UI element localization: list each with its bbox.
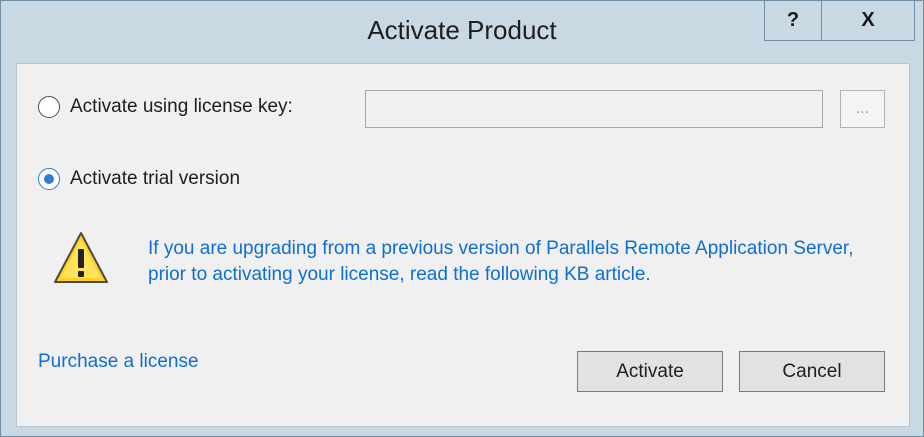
trial-label: Activate trial version: [70, 168, 241, 189]
license-key-input[interactable]: [365, 90, 823, 128]
help-button[interactable]: ?: [764, 1, 822, 41]
kb-article-link[interactable]: If you are upgrading from a previous ver…: [148, 236, 888, 288]
purchase-license-link[interactable]: Purchase a license: [38, 351, 199, 373]
license-key-label: Activate using license key:: [70, 96, 293, 117]
license-key-option[interactable]: Activate using license key:: [38, 96, 293, 118]
activate-button[interactable]: Activate: [577, 351, 723, 392]
dialog-content: Activate using license key: ... Activate…: [16, 63, 910, 427]
warning-icon: [54, 232, 108, 283]
cancel-button[interactable]: Cancel: [739, 351, 885, 392]
license-key-radio[interactable]: [38, 96, 60, 118]
trial-radio[interactable]: [38, 168, 60, 190]
close-button[interactable]: X: [821, 1, 915, 41]
browse-button[interactable]: ...: [840, 90, 885, 128]
trial-option[interactable]: Activate trial version: [38, 168, 240, 190]
title-bar[interactable]: Activate Product ? X: [1, 1, 923, 57]
activate-product-dialog: Activate Product ? X Activate using lice…: [0, 0, 924, 437]
